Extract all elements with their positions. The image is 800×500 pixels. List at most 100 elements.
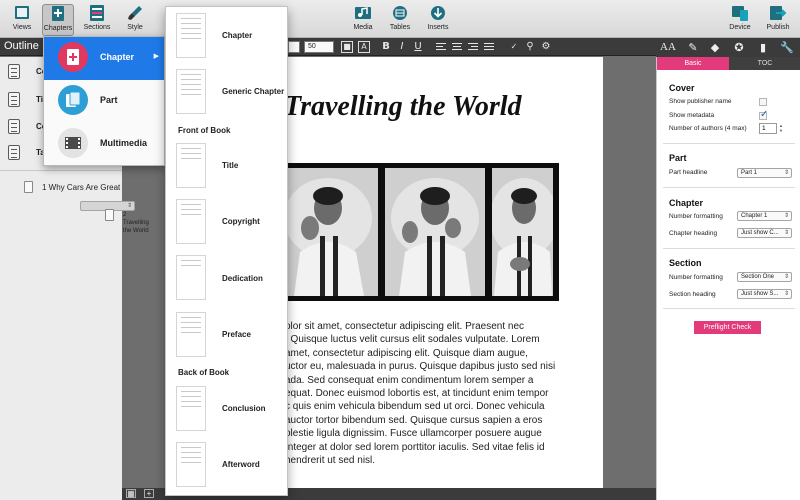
part-section-title: Part [669,153,687,163]
underline-button[interactable]: U [412,41,424,53]
template-conclusion[interactable]: Conclusion [222,404,266,413]
photo-frame [385,168,485,296]
template-dedication[interactable]: Dedication [222,274,263,283]
wrench-icon[interactable]: 🔧 [780,41,794,54]
chapter-section-title: Chapter [669,198,704,208]
font-family-select[interactable] [288,41,300,53]
justify-button[interactable] [483,41,495,53]
chapter-template-submenu: Chapter Generic Chapter Front of Book Ti… [165,6,288,496]
section-heading-label: Section heading [669,291,716,298]
grid-view-icon[interactable]: ▦ [126,489,136,498]
outline-chapter-1[interactable]: 1 Why Cars Are Great [0,174,122,200]
show-publisher-name-checkbox[interactable] [759,98,767,106]
publish-button[interactable]: Publish [764,4,792,36]
document-icon [8,145,20,160]
bold-button[interactable]: B [380,41,392,53]
inspector-tabs: Basic TOC [657,57,800,70]
divider [663,308,795,309]
italic-button[interactable]: I [396,41,408,53]
chapters-menu: Chapter ▶ Part Multimedia [43,36,165,166]
menu-item-part[interactable]: Part [44,80,164,123]
add-icon[interactable]: + [144,489,154,498]
inspector-panel: Basic TOC Cover Show publisher name Show… [656,57,800,500]
template-copyright[interactable]: Copyright [222,217,260,226]
chapter-heading-select[interactable]: Just show C... [737,228,792,238]
paintbrush-icon[interactable]: ✎ [686,41,700,54]
inspector-icon-bar: AA ✎ ◆ ✪ ▮ 🔧 [656,38,800,57]
show-publisher-name-label: Show publisher name [669,98,732,105]
paintbrush-icon [125,4,145,22]
photo-strip-image[interactable] [272,163,559,301]
part-icon [58,85,88,115]
settings-icon[interactable]: ⚙ [540,41,552,53]
star-icon[interactable]: ✪ [732,41,746,54]
template-thumbnail [176,143,206,188]
document-icon [8,119,20,134]
template-thumbnail [176,13,206,58]
link-icon[interactable]: ⚲ [524,41,536,53]
spellcheck-icon[interactable]: ✓ [508,41,520,53]
body-text[interactable]: olor sit amet, consectetur adipiscing el… [285,320,560,467]
book-icon[interactable]: ▮ [756,41,770,54]
cover-section-title: Cover [669,83,695,93]
divider [663,143,795,144]
section-heading-select[interactable]: Just show S... [737,289,792,299]
style-button[interactable]: Style [122,4,148,36]
template-thumbnail [176,386,206,431]
align-right-button[interactable] [467,41,479,53]
section-number-formatting-label: Number formatting [669,274,723,281]
align-center-button[interactable] [451,41,463,53]
part-headline-select[interactable]: Part 1 [737,168,792,178]
preflight-check-button[interactable]: Preflight Check [694,321,761,334]
chapter-title[interactable]: Travelling the World [284,91,522,123]
outline-chapter-2[interactable]: 2 Travelling the World [80,201,149,234]
photo-frame [278,168,378,296]
front-of-book-heading: Front of Book [178,126,231,135]
page-icon [105,209,114,221]
align-left-button[interactable] [435,41,447,53]
views-button[interactable]: Views [8,4,36,36]
chapters-button[interactable]: Chapters [42,4,74,36]
chapters-icon [48,5,68,23]
show-metadata-label: Show metadata [669,112,715,119]
device-button[interactable]: Device [726,4,754,36]
outline-title: Outline [4,40,39,52]
divider [663,187,795,188]
tab-toc[interactable]: TOC [729,57,800,70]
highlight-color-button[interactable]: A [358,41,370,53]
menu-item-multimedia[interactable]: Multimedia [44,123,164,166]
font-size-select[interactable]: 50 [304,41,334,53]
template-generic-chapter[interactable]: Generic Chapter [222,87,284,96]
typography-icon[interactable]: AA [660,41,676,54]
tables-button[interactable]: Tables [386,4,414,36]
chapter-icon [58,42,88,72]
part-headline-label: Part headline [669,169,708,176]
submenu-arrow-icon: ▶ [153,53,159,60]
cube-icon[interactable]: ◆ [708,41,722,54]
media-button[interactable]: Media [350,4,376,36]
number-of-authors-input[interactable]: 1 [759,123,777,134]
template-title[interactable]: Title [222,161,238,170]
menu-item-chapter[interactable]: Chapter ▶ [44,37,164,80]
photo-frame [492,168,553,296]
sections-button[interactable]: Sections [82,4,112,36]
download-icon [428,4,448,22]
show-metadata-checkbox[interactable] [759,109,768,120]
views-icon [12,4,32,22]
template-thumbnail [176,442,206,487]
inserts-button[interactable]: Inserts [424,4,452,36]
template-chapter[interactable]: Chapter [222,31,252,40]
text-color-swatch[interactable]: ■ [341,41,353,53]
section-number-formatting-select[interactable]: Section One [737,272,792,282]
divider [0,170,122,171]
multimedia-icon [58,128,88,158]
template-thumbnail [176,199,206,244]
chapter-number-formatting-select[interactable]: Chapter 1 [737,211,792,221]
divider [663,248,795,249]
number-of-authors-stepper[interactable]: ▲ ▼ [778,123,784,134]
template-preface[interactable]: Preface [222,330,251,339]
media-icon [353,4,373,22]
template-afterword[interactable]: Afterword [222,460,260,469]
tab-basic[interactable]: Basic [657,57,729,70]
document-icon [8,92,20,107]
